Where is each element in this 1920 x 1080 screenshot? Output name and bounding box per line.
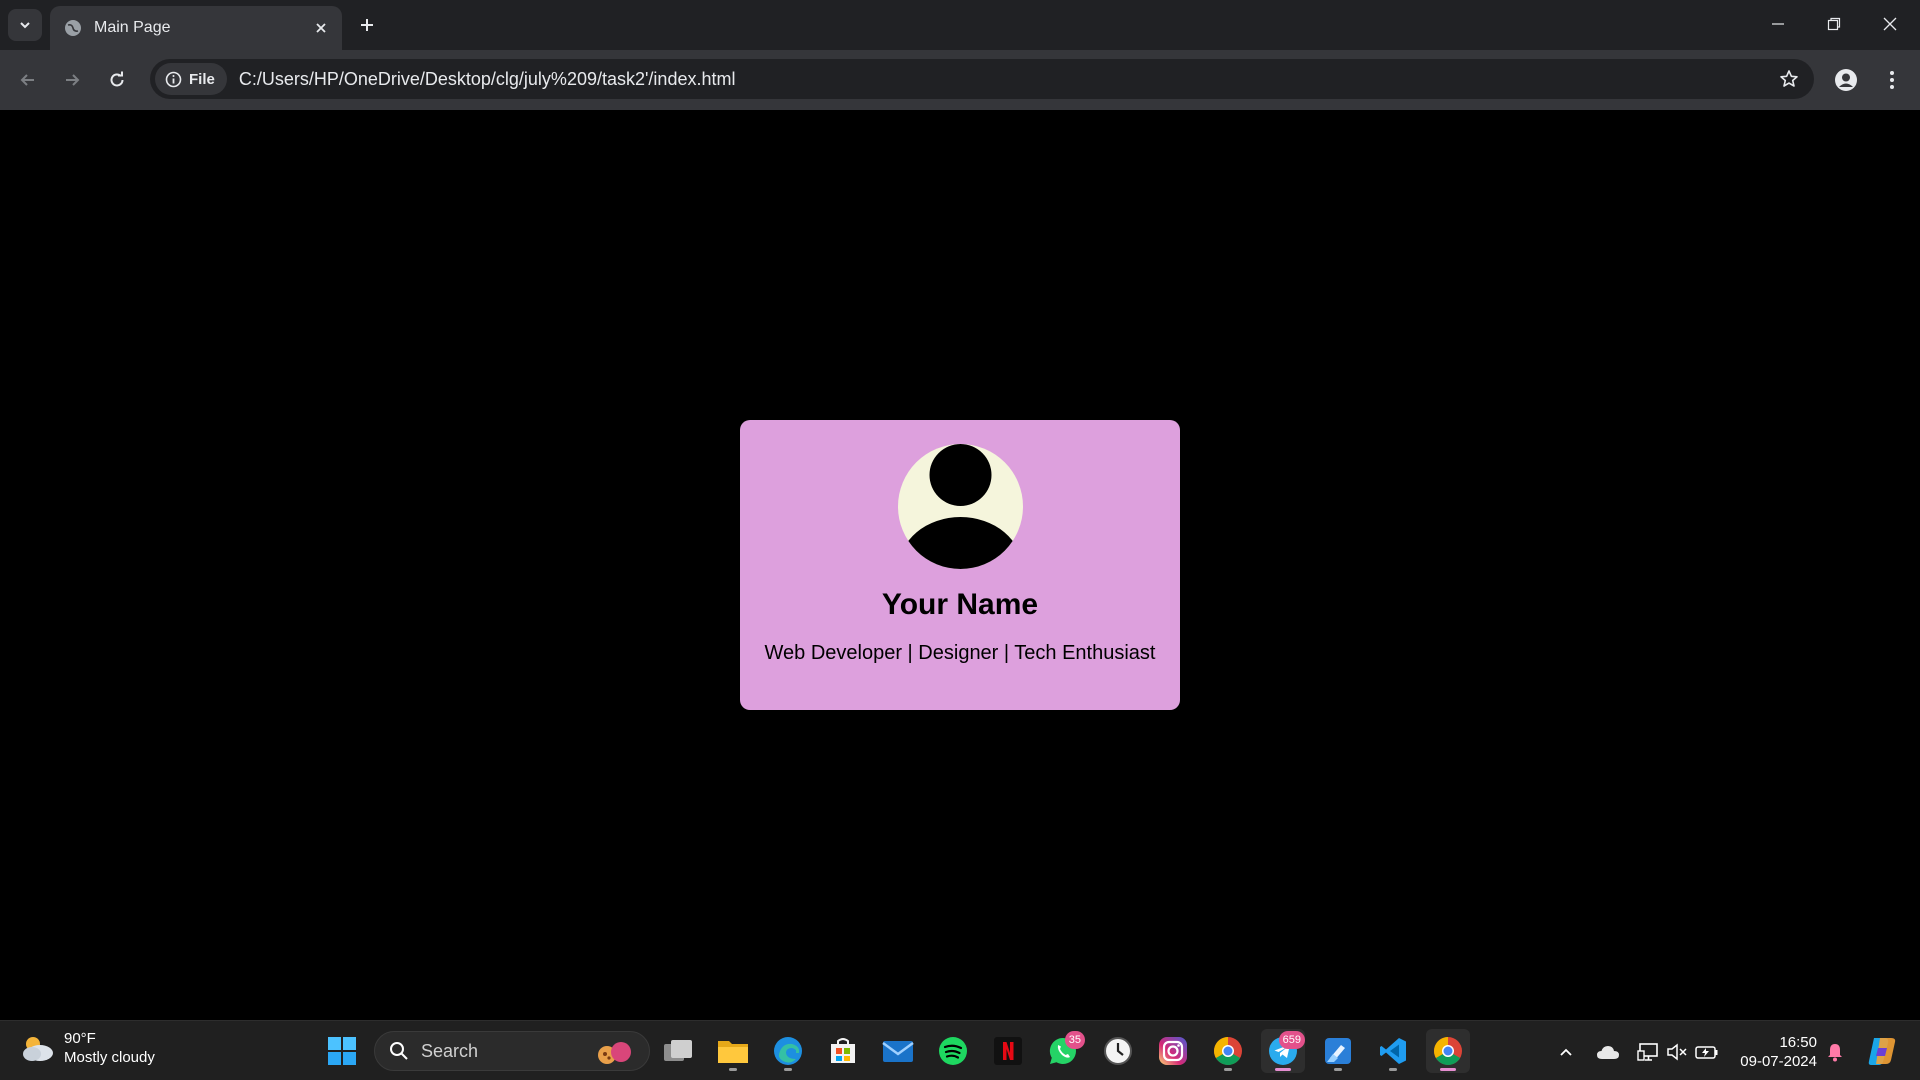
plus-icon: [361, 19, 373, 31]
weather-temp: 90°F: [64, 1030, 96, 1047]
mail-button[interactable]: [876, 1029, 920, 1073]
user-icon: [898, 444, 1023, 569]
copilot-button[interactable]: [1864, 1033, 1900, 1069]
battery-charging-icon: [1695, 1046, 1718, 1059]
new-tab-button[interactable]: [352, 10, 382, 40]
tab-search-button[interactable]: [8, 9, 42, 41]
clock-icon: [1104, 1037, 1132, 1065]
tab-main-page[interactable]: Main Page: [50, 6, 342, 50]
site-info-label: File: [189, 70, 215, 88]
show-hidden-icons-button[interactable]: [1553, 1039, 1579, 1065]
network-tray-icon[interactable]: [1635, 1039, 1661, 1065]
whatsapp-badge: 35: [1064, 1031, 1085, 1049]
star-icon: [1780, 70, 1798, 87]
clock-date: 09-07-2024: [1740, 1053, 1817, 1070]
minimize-button[interactable]: [1750, 0, 1806, 48]
copilot-icon: [1868, 1038, 1896, 1065]
site-info-chip[interactable]: File: [155, 63, 227, 95]
volume-tray-icon[interactable]: [1664, 1039, 1690, 1065]
weather-description: Mostly cloudy: [64, 1049, 155, 1066]
clock-app-button[interactable]: [1096, 1029, 1140, 1073]
file-explorer-button[interactable]: [711, 1029, 755, 1073]
minimize-icon: [1772, 23, 1784, 25]
profile-button[interactable]: [1830, 64, 1862, 96]
task-view-button[interactable]: [656, 1029, 700, 1073]
arrow-left-icon: [20, 74, 34, 86]
url-text[interactable]: C:/Users/HP/OneDrive/Desktop/clg/july%20…: [239, 69, 1772, 90]
info-icon: [165, 71, 182, 87]
chrome-icon: [1214, 1037, 1242, 1065]
battery-tray-icon[interactable]: [1694, 1039, 1720, 1065]
spotify-icon: [939, 1037, 967, 1065]
network-icon: [1637, 1043, 1658, 1061]
telegram-badge: 659: [1278, 1031, 1305, 1049]
vscode-icon: [1380, 1038, 1406, 1064]
card-tagline: Web Developer | Designer | Tech Enthusia…: [764, 642, 1156, 664]
store-icon: [831, 1038, 855, 1063]
chevron-up-icon: [1560, 1048, 1572, 1056]
browser-toolbar: File C:/Users/HP/OneDrive/Desktop/clg/ju…: [0, 50, 1920, 110]
edge-icon: [774, 1037, 802, 1065]
paint-icon: [1325, 1038, 1351, 1064]
edge-button[interactable]: [766, 1029, 810, 1073]
card-name: Your Name: [881, 588, 1039, 621]
netflix-button[interactable]: [986, 1029, 1030, 1073]
cloudy-icon: [23, 1037, 53, 1061]
address-bar[interactable]: File C:/Users/HP/OneDrive/Desktop/clg/ju…: [150, 59, 1814, 99]
weather-widget[interactable]: 90°F Mostly cloudy: [20, 1029, 155, 1067]
instagram-button[interactable]: [1151, 1029, 1195, 1073]
task-view-icon: [664, 1040, 692, 1061]
folder-icon: [718, 1041, 748, 1063]
close-window-button[interactable]: [1862, 0, 1918, 48]
tab-strip: Main Page: [0, 0, 1920, 50]
taskbar-search[interactable]: Search: [374, 1031, 650, 1071]
mail-icon: [882, 1041, 914, 1062]
notifications-button[interactable]: [1822, 1039, 1848, 1065]
search-icon: [390, 1042, 408, 1060]
forward-button[interactable]: [56, 64, 88, 96]
globe-icon: [65, 20, 81, 36]
restore-icon: [1827, 17, 1841, 31]
netflix-icon: [994, 1037, 1022, 1065]
reload-icon: [110, 71, 124, 87]
paint-app-button[interactable]: [1316, 1029, 1360, 1073]
taskbar-clock[interactable]: 16:50 09-07-2024: [1735, 1033, 1817, 1071]
instagram-icon: [1159, 1037, 1187, 1065]
chevron-down-icon: [20, 22, 30, 29]
chrome-profile-button[interactable]: [1206, 1029, 1250, 1073]
menu-button[interactable]: [1876, 64, 1908, 96]
telegram-button[interactable]: 659: [1261, 1029, 1305, 1073]
volume-muted-icon: [1667, 1043, 1687, 1061]
start-button[interactable]: [320, 1029, 364, 1073]
restore-button[interactable]: [1806, 0, 1862, 48]
chrome-button[interactable]: [1426, 1029, 1470, 1073]
reload-button[interactable]: [101, 64, 133, 96]
clock-time: 16:50: [1779, 1034, 1817, 1051]
cloud-icon: [1597, 1046, 1619, 1059]
vscode-button[interactable]: [1371, 1029, 1415, 1073]
bookmark-button[interactable]: [1772, 62, 1806, 96]
chrome-icon: [1434, 1037, 1462, 1065]
tab-title: Main Page: [94, 19, 171, 36]
whatsapp-button[interactable]: 35: [1041, 1029, 1085, 1073]
bell-icon: [1828, 1044, 1842, 1062]
microsoft-store-button[interactable]: [821, 1029, 865, 1073]
close-icon: [1883, 17, 1897, 31]
back-button[interactable]: [12, 64, 44, 96]
search-label: Search: [421, 1040, 479, 1061]
arrow-right-icon: [66, 74, 80, 86]
onedrive-tray-icon[interactable]: [1595, 1039, 1621, 1065]
search-highlight-icon: [598, 1042, 631, 1064]
profile-icon: [1835, 69, 1857, 91]
spotify-button[interactable]: [931, 1029, 975, 1073]
more-vertical-icon: [1890, 71, 1894, 89]
close-icon[interactable]: [314, 21, 328, 35]
avatar: [898, 444, 1023, 569]
windows-icon: [328, 1037, 356, 1065]
page-viewport: Your Name Web Developer | Designer | Tec…: [0, 110, 1920, 1020]
taskbar: 90°F Mostly cloudy Search 35 659 16:50 0…: [0, 1020, 1920, 1080]
profile-card: Your Name Web Developer | Designer | Tec…: [740, 420, 1180, 710]
